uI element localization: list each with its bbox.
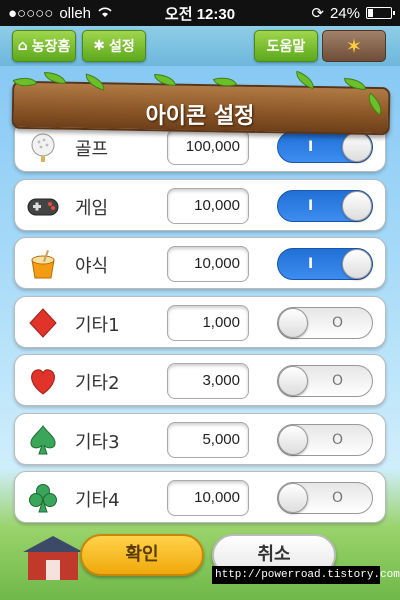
rotation-lock-icon: ⟳ [311, 5, 324, 22]
toggle-mark: O [332, 490, 344, 506]
item-label: 야식 [75, 256, 109, 277]
amount-field[interactable]: 10,000 [167, 187, 249, 224]
toggle-mark: O [332, 314, 344, 331]
signal-icon: ●○○○○ [8, 4, 54, 22]
confirm-button[interactable]: 확인 [80, 534, 204, 576]
enable-toggle[interactable]: O [277, 423, 373, 456]
toggle-mark: I [308, 197, 314, 214]
battery-percent: 24% [329, 4, 360, 22]
amount-field[interactable]: 10,000 [167, 246, 249, 282]
toggle-knob[interactable] [342, 249, 372, 279]
page-title: 아이콘 설정 [145, 104, 255, 129]
toggle-knob[interactable] [342, 190, 372, 221]
item-label: 게임 [75, 197, 109, 219]
toggle-mark: I [308, 139, 314, 155]
help-label: 도움말 [266, 39, 306, 55]
battery-icon [366, 7, 395, 19]
enable-toggle[interactable]: O [277, 365, 373, 397]
toggle-mark: O [332, 373, 344, 389]
heart-icon [25, 363, 61, 399]
amount-field[interactable]: 5,000 [167, 421, 249, 458]
noodle-cup-icon [25, 246, 61, 282]
diamond-icon [25, 305, 61, 341]
item-label: 기타3 [75, 431, 120, 453]
help-button[interactable]: 도움말 [254, 30, 318, 62]
toggle-mark: I [308, 256, 314, 272]
top-bar: ⌂ 농장홈 ✱ 설정 도움말 ✶ [0, 26, 400, 66]
toggle-knob[interactable] [278, 483, 308, 513]
toggle-mark: O [332, 431, 344, 448]
status-bar: ●○○○○ olleh 오전 12:30 ⟳ 24% [0, 0, 400, 26]
enable-toggle[interactable]: O [277, 482, 373, 514]
farm-home-button[interactable]: ⌂ 농장홈 [12, 30, 76, 62]
toggle-knob[interactable] [278, 366, 308, 396]
toggle-knob[interactable] [278, 424, 308, 455]
enable-toggle[interactable]: I [277, 189, 373, 222]
wifi-icon [97, 5, 113, 22]
list-item: 야식 10,000 I [14, 237, 386, 289]
amount-field[interactable]: 10,000 [167, 480, 249, 516]
item-label: 기타2 [75, 373, 120, 394]
spade-icon [25, 422, 61, 458]
enable-toggle[interactable]: O [277, 306, 373, 339]
amount-field[interactable]: 1,000 [167, 304, 249, 341]
title-sign: 아이콘 설정 [4, 70, 396, 140]
list-item: 기타2 3,000 O [14, 354, 386, 406]
amount-field[interactable]: 3,000 [167, 363, 249, 399]
item-label: 기타4 [75, 490, 120, 511]
settings-label: 설정 [108, 39, 135, 55]
toggle-knob[interactable] [278, 307, 308, 338]
barn-icon [23, 536, 83, 580]
gear-icon: ✱ [93, 38, 105, 54]
enable-toggle[interactable]: I [277, 248, 373, 280]
carrier-name: olleh [59, 4, 92, 22]
item-label: 기타1 [75, 314, 120, 336]
list-item: 기타4 10,000 O [14, 471, 386, 523]
farm-home-label: 농장홈 [31, 39, 71, 55]
home-icon: ⌂ [17, 38, 28, 54]
gamepad-icon [25, 188, 61, 224]
list-item: 기타1 1,000 O [14, 295, 386, 348]
list-item: 게임 10,000 I [14, 178, 386, 231]
club-icon [25, 480, 61, 516]
logo-icon: ✶ [345, 34, 363, 58]
list-item: 기타3 5,000 O [14, 412, 386, 465]
watermark-text: http://powerroad.tistory.com [212, 566, 400, 584]
settings-button[interactable]: ✱ 설정 [82, 30, 146, 62]
menu-logo-button[interactable]: ✶ [322, 30, 386, 62]
